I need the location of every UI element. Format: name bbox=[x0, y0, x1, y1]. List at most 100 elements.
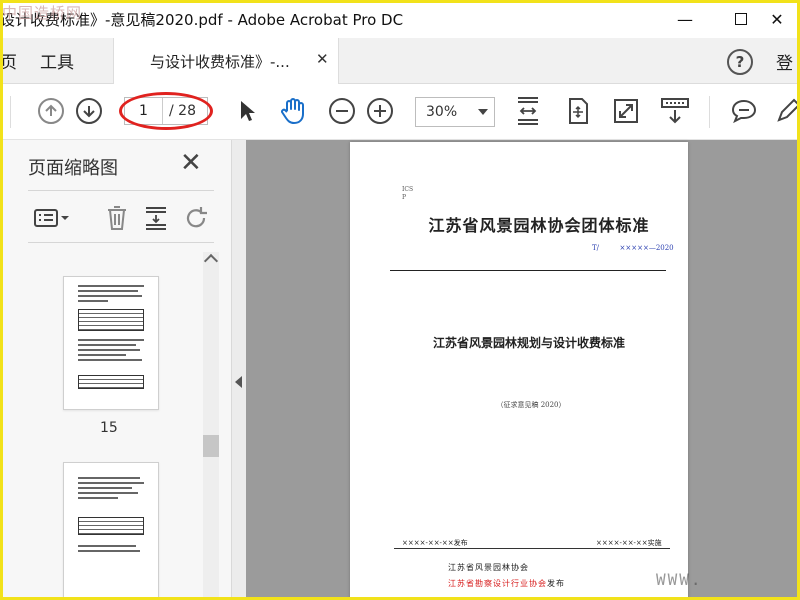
fullscreen-icon bbox=[614, 99, 638, 123]
close-window-button[interactable]: ✕ bbox=[754, 0, 800, 38]
page-standard-code: T/ ×××××—2020 bbox=[592, 244, 674, 252]
main-toolbar: 1 / 28 30% bbox=[0, 84, 800, 140]
thumbnail-scrollbar[interactable] bbox=[203, 252, 219, 600]
page-publish-date: ××××-××-××发布 bbox=[402, 539, 468, 547]
toolbar-divider bbox=[10, 96, 11, 128]
thumb-table bbox=[78, 517, 144, 535]
tab-home[interactable]: 页 bbox=[0, 48, 17, 73]
scroll-mode-button[interactable] bbox=[660, 96, 690, 126]
extract-page-button[interactable] bbox=[142, 204, 170, 232]
document-view[interactable]: ICS P 江苏省风景园林协会团体标准 T/ ×××××—2020 江苏省风景园… bbox=[246, 140, 800, 600]
code-prefix: T/ bbox=[592, 244, 600, 252]
panel-divider bbox=[28, 190, 214, 191]
watermark-bottom-right: WWW. bbox=[656, 570, 703, 589]
thumbnail-page-label: 15 bbox=[100, 420, 118, 436]
next-page-button[interactable] bbox=[76, 98, 102, 124]
page-ics-code: ICS P bbox=[402, 186, 413, 202]
pen-icon bbox=[777, 98, 800, 122]
thumb-text-line bbox=[78, 300, 108, 302]
page-thumbnails-panel: 页面缩略图 ✕ 15 bbox=[0, 140, 232, 600]
thumbnail-options-button[interactable] bbox=[32, 204, 72, 232]
thumb-table bbox=[78, 309, 144, 331]
chevron-down-icon bbox=[478, 109, 488, 115]
thumbnail-page-15[interactable] bbox=[63, 276, 159, 410]
toolbar-divider bbox=[709, 96, 710, 128]
zoom-dropdown[interactable]: 30% bbox=[415, 97, 495, 127]
collapse-left-icon[interactable] bbox=[235, 376, 242, 388]
fit-page-button[interactable] bbox=[513, 96, 543, 126]
panel-toolbar bbox=[28, 200, 218, 236]
maximize-icon bbox=[735, 13, 747, 25]
comment-button[interactable] bbox=[729, 96, 759, 126]
minimize-button[interactable]: — bbox=[662, 0, 708, 38]
fit-page-icon bbox=[518, 97, 538, 125]
thumb-table bbox=[78, 375, 144, 389]
fullscreen-button[interactable] bbox=[611, 96, 641, 126]
zoom-in-icon bbox=[374, 105, 386, 117]
tab-document-label: 与设计收费标准》-... bbox=[150, 53, 290, 71]
extract-icon bbox=[146, 207, 166, 230]
tab-document[interactable]: 与设计收费标准》-... ✕ bbox=[113, 38, 339, 84]
sign-in-button[interactable]: 登 bbox=[776, 49, 793, 74]
page-rule bbox=[390, 270, 666, 271]
close-panel-icon[interactable]: ✕ bbox=[180, 148, 202, 178]
scroll-mode-icon bbox=[661, 98, 689, 124]
rotate-icon bbox=[569, 98, 588, 124]
rotate-thumb-icon bbox=[186, 207, 207, 228]
comment-icon bbox=[731, 99, 757, 124]
hand-tool-icon bbox=[281, 98, 304, 124]
draw-button[interactable] bbox=[773, 96, 800, 126]
hand-tool-button[interactable] bbox=[278, 96, 308, 126]
tab-bar: 页 工具 与设计收费标准》-... ✕ ? 登 bbox=[0, 38, 800, 84]
delete-page-button[interactable] bbox=[103, 204, 131, 232]
ics-label: ICS bbox=[402, 186, 414, 193]
scroll-up-icon[interactable] bbox=[203, 253, 219, 269]
thumb-text-line bbox=[78, 295, 142, 297]
thumb-text-line bbox=[78, 290, 138, 292]
rotate-page-button[interactable] bbox=[183, 204, 211, 232]
delete-icon bbox=[108, 206, 126, 230]
thumb-text-line bbox=[78, 492, 138, 494]
thumb-text-line bbox=[78, 339, 144, 341]
zoom-out-icon bbox=[336, 110, 348, 112]
panel-collapse-strip[interactable] bbox=[232, 140, 246, 600]
thumb-text-line bbox=[78, 354, 126, 356]
red-highlight-ellipse bbox=[119, 92, 213, 130]
scrollbar-thumb[interactable] bbox=[203, 435, 219, 457]
zoom-value: 30% bbox=[426, 104, 458, 120]
thumb-text-line bbox=[78, 349, 140, 351]
select-tool-button[interactable] bbox=[232, 96, 262, 126]
zoom-out-button[interactable] bbox=[329, 98, 355, 124]
panel-title: 页面缩略图 bbox=[28, 158, 118, 179]
panel-divider bbox=[28, 242, 214, 243]
page-association-heading: 江苏省风景园林协会团体标准 bbox=[428, 216, 650, 235]
page-rule-bottom bbox=[394, 548, 670, 549]
org-secondary-name: 江苏省勘察设计行业协会 bbox=[448, 579, 547, 588]
help-icon[interactable]: ? bbox=[727, 49, 753, 75]
options-icon bbox=[34, 209, 69, 227]
page-draft-note: （征求意见稿 2020） bbox=[496, 401, 566, 409]
thumbnail-page-16[interactable] bbox=[63, 462, 159, 600]
arrow-up-icon bbox=[45, 104, 57, 116]
thumb-text-line bbox=[78, 482, 144, 484]
rotate-view-button[interactable] bbox=[563, 96, 593, 126]
title-bar: 设计收费标准》-意见稿2020.pdf - Adobe Acrobat Pro … bbox=[0, 0, 800, 38]
watermark-top-left: 中国造桥网 bbox=[2, 4, 83, 22]
thumb-text-line bbox=[78, 285, 144, 287]
pdf-page: ICS P 江苏省风景园林协会团体标准 T/ ×××××—2020 江苏省风景园… bbox=[350, 142, 688, 600]
thumb-text-line bbox=[78, 359, 142, 361]
page-org-primary: 江苏省风景园林协会 bbox=[448, 563, 529, 572]
thumb-text-line bbox=[78, 487, 132, 489]
arrow-down-icon bbox=[83, 106, 95, 118]
thumb-text-line bbox=[78, 497, 118, 499]
thumb-text-line bbox=[78, 550, 140, 552]
tab-tools[interactable]: 工具 bbox=[40, 48, 74, 73]
previous-page-button[interactable] bbox=[38, 98, 64, 124]
p-label: P bbox=[402, 194, 407, 201]
close-tab-icon[interactable]: ✕ bbox=[316, 50, 329, 68]
thumb-text-line bbox=[78, 344, 136, 346]
thumb-text-line bbox=[78, 545, 136, 547]
page-implement-date: ××××-××-××实施 bbox=[596, 539, 662, 547]
zoom-in-button[interactable] bbox=[367, 98, 393, 124]
select-pointer-icon bbox=[241, 101, 255, 121]
